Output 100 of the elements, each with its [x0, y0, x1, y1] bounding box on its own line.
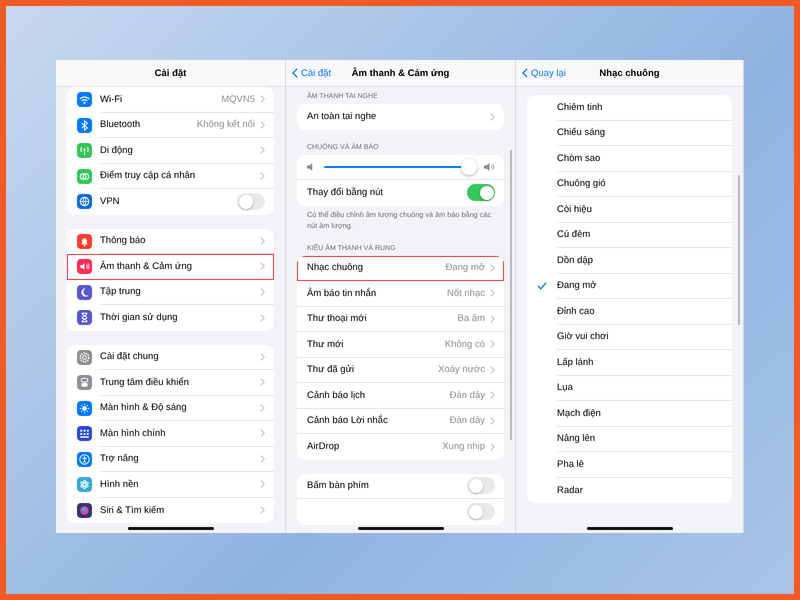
option-label: Chiêm tinh	[557, 102, 604, 113]
row-label: Thay đổi bằng nút	[307, 187, 384, 198]
chevron-icon	[260, 236, 265, 245]
settings-row[interactable]: An toàn tai nghe	[297, 104, 504, 130]
settings-row[interactable]: Thay đổi bằng nút	[297, 180, 504, 206]
settings-row[interactable]: Âm thanh & Cảm ứng	[67, 254, 274, 280]
option-label: Chòm sao	[557, 152, 602, 164]
option-label: Dồn dập	[557, 254, 594, 266]
settings-row[interactable]: Màn hình & Độ sáng	[67, 396, 274, 421]
settings-row[interactable]: Thời gian sử dụng	[67, 305, 274, 330]
row-label: Bluetooth	[100, 119, 142, 130]
settings-row[interactable]: Trung tâm điều khiển	[67, 370, 274, 396]
toggle-switch[interactable]	[237, 193, 265, 210]
ringtone-option[interactable]: Dồn dập	[527, 248, 732, 274]
row-value: Xung nhịp	[442, 441, 485, 452]
option-label: Cú đêm	[557, 229, 592, 240]
settings-row[interactable]: Di động	[67, 138, 274, 164]
chevron-icon	[260, 352, 265, 361]
back-chevron-icon	[522, 68, 528, 78]
settings-row[interactable]: Siri & Tìm kiếm	[67, 498, 274, 523]
option-label: Còi hiệu	[557, 204, 593, 215]
settings-row[interactable]: Cảnh báo lịch Đàn dây	[297, 383, 504, 408]
settings-row[interactable]: Bấm bàn phím	[297, 474, 504, 499]
row-label: Thông báo	[100, 235, 146, 246]
row-label: Điểm truy cập cá nhân	[100, 170, 196, 182]
toggle-switch[interactable]	[467, 477, 495, 494]
row-label: Siri & Tìm kiếm	[100, 504, 166, 516]
chevron-icon	[490, 442, 495, 451]
row-label: Thời gian sử dụng	[100, 312, 179, 324]
settings-row[interactable]: Thư thoại mới Ba âm	[297, 306, 504, 332]
row-label: Cảnh báo Lời nhắc	[307, 415, 389, 426]
settings-row[interactable]: Thông báo	[67, 228, 274, 254]
row-value: Đàn dây	[450, 415, 485, 426]
row-label: Trợ năng	[100, 453, 140, 464]
ringtone-option[interactable]: Pha lê	[527, 452, 732, 478]
row-label: Âm báo tin nhắn	[307, 288, 378, 299]
settings-row[interactable]: AirDrop Xung nhịp	[297, 434, 504, 460]
chevron-icon	[490, 264, 495, 272]
ringtone-option[interactable]: Chuông gió	[527, 172, 732, 197]
settings-row[interactable]: Màn hình chính	[67, 421, 274, 446]
settings-row[interactable]: Cảnh báo Lời nhắc Đàn dây	[297, 408, 504, 434]
row-label: Thư đã gửi	[307, 364, 356, 376]
settings-row[interactable]: Âm báo tin nhắn Nốt nhạc	[297, 281, 504, 306]
option-label: Lấp lánh	[557, 356, 594, 368]
back-chevron-icon	[292, 68, 298, 78]
row-label: Tập trung	[100, 286, 142, 298]
row-label: Thư thoại mới	[307, 313, 368, 324]
settings-row[interactable]: Điểm truy cập cá nhân	[67, 164, 274, 189]
toggle-switch[interactable]	[467, 184, 495, 202]
back-button[interactable]: Cài đặt	[292, 68, 332, 78]
option-label: Lụa	[557, 382, 574, 394]
volume-low-icon	[307, 162, 313, 171]
settings-row[interactable]: VPN	[67, 189, 274, 214]
ringtone-option[interactable]: Mạch điện	[527, 401, 732, 426]
back-button[interactable]: Quay lại	[522, 68, 566, 78]
row-label: Cảnh báo lịch	[307, 390, 366, 401]
chevron-icon	[260, 506, 265, 514]
row-label: Bấm bàn phím	[307, 480, 370, 492]
settings-row[interactable]: Thư đã gửi Xoáy nước	[297, 358, 504, 383]
ringtone-option[interactable]: Radar	[527, 478, 732, 503]
option-label: Pha lê	[557, 458, 585, 470]
ringtone-option[interactable]: Còi hiệu	[527, 197, 732, 222]
toggle-switch[interactable]	[467, 503, 495, 520]
chevron-icon	[260, 404, 265, 412]
row-label: An toàn tai nghe	[307, 111, 378, 122]
row-value: Đang mở	[446, 262, 485, 274]
ringtone-option[interactable]: Chòm sao	[527, 146, 732, 172]
ringtone-option[interactable]: Chiếu sáng	[527, 120, 732, 146]
chevron-icon	[260, 172, 265, 180]
chevron-icon	[490, 416, 495, 425]
chevron-icon	[490, 340, 495, 348]
ringtone-option[interactable]: Cú đêm	[527, 222, 732, 248]
ringtone-option[interactable]: Lụa	[527, 376, 732, 401]
settings-row[interactable]: Wi-Fi MQVN5	[67, 87, 274, 112]
settings-row[interactable]: Cài đặt chung	[67, 344, 274, 370]
chevron-icon	[490, 112, 495, 121]
settings-row[interactable]: Nhạc chuông Đang mở	[297, 256, 504, 281]
screen-title: Nhạc chuông	[599, 68, 660, 78]
settings-row[interactable]: Trợ năng	[67, 446, 274, 472]
option-label: Radar	[557, 484, 584, 496]
ringtone-option[interactable]: Giờ vui chơi	[527, 324, 732, 350]
settings-row[interactable]: Tập trung	[67, 280, 274, 305]
settings-row[interactable]: Hình nền	[67, 472, 274, 498]
chevron-icon	[260, 314, 265, 322]
ringtone-option[interactable]: Nâng lên	[527, 426, 732, 452]
option-label: Đỉnh cao	[557, 306, 596, 317]
row-label: Thư mới	[307, 338, 344, 350]
row-value: Nốt nhạc	[446, 288, 485, 299]
ringtone-option[interactable]: Lấp lánh	[527, 350, 732, 376]
row-value: Ba âm	[458, 313, 485, 324]
volume-high-icon	[484, 162, 495, 171]
ringtone-option[interactable]: Đỉnh cao	[527, 299, 732, 324]
ringtone-option[interactable]: Chiêm tinh	[527, 95, 732, 120]
settings-row[interactable]: Bluetooth Không kết nối	[67, 112, 274, 138]
row-label: Màn hình chính	[100, 428, 166, 439]
chevron-icon	[260, 262, 265, 270]
settings-row[interactable]: Thư mới Không có	[297, 332, 504, 358]
row-label: VPN	[100, 196, 121, 208]
ringtone-option[interactable]: Đang mở	[527, 274, 732, 299]
screen-title: Âm thanh & Cảm ứng	[352, 68, 450, 78]
